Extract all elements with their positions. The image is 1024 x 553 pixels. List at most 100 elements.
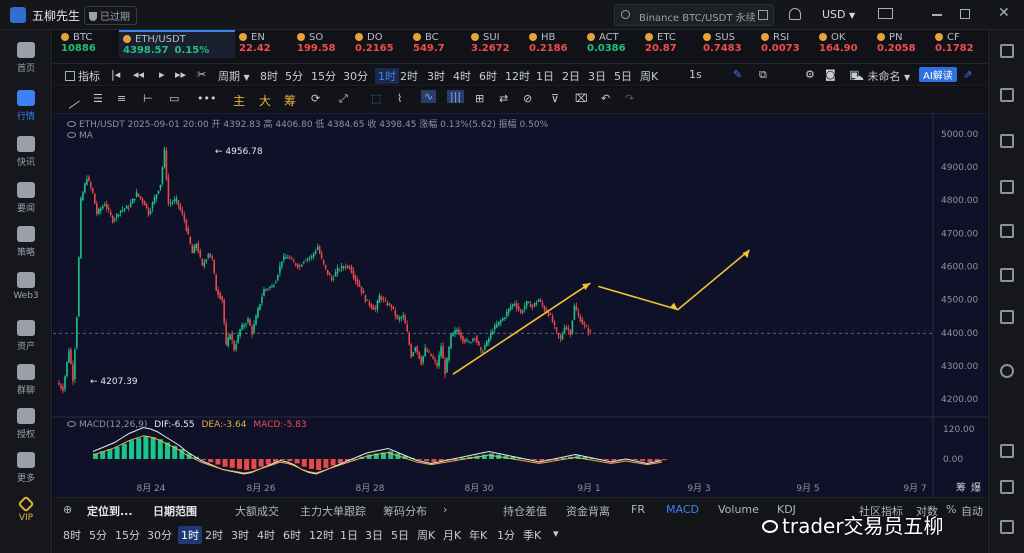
pen-icon[interactable]: ✎: [733, 68, 742, 81]
chart-area[interactable]: 4200.00 4300.00 4400.00 4500.00 4600.00 4700.…: [53, 114, 987, 497]
indicator-tab-8[interactable]: MACD: [666, 503, 699, 516]
ma-legend[interactable]: MA: [67, 131, 93, 141]
minimize-icon[interactable]: [932, 14, 942, 16]
settings-icon[interactable]: ⚙: [805, 68, 815, 81]
compare-icon[interactable]: ⧉: [759, 68, 767, 82]
undo-icon[interactable]: ↶: [601, 92, 610, 105]
second-interval[interactable]: 1s: [689, 68, 702, 81]
eye-icon[interactable]: [67, 121, 76, 127]
ticker-item[interactable]: RSI 0.0073: [761, 32, 819, 54]
interval-8[interactable]: 6时: [479, 68, 497, 84]
nav-item-9[interactable]: 更多: [0, 452, 52, 484]
interval-bar-item-10[interactable]: 1日: [340, 527, 358, 543]
bell-icon[interactable]: [789, 8, 801, 20]
indicator-button[interactable]: 指标: [65, 68, 100, 84]
interval-bar-item-1[interactable]: 5分: [89, 527, 107, 543]
trades-icon[interactable]: [1000, 134, 1014, 148]
pin-icon[interactable]: ⊘: [523, 92, 532, 105]
interval-bar-item-13[interactable]: 周K: [417, 527, 435, 543]
close-icon[interactable]: ✕: [998, 5, 1010, 21]
ray-icon[interactable]: ⊢: [143, 92, 153, 105]
nav-item-5[interactable]: Web3: [0, 272, 52, 301]
interval-4[interactable]: 1时: [375, 68, 399, 84]
camera-icon[interactable]: ◙: [825, 68, 836, 81]
interval-7[interactable]: 4时: [453, 68, 471, 84]
grid-icon[interactable]: [1000, 224, 1014, 238]
interval-bar-item-0[interactable]: 8时: [63, 527, 81, 543]
nav-item-8[interactable]: 授权: [0, 408, 52, 440]
indicator-tab-2[interactable]: 大额成交: [235, 503, 279, 519]
ticker-item[interactable]: EN 22.42: [239, 32, 297, 54]
interval-12[interactable]: 3日: [588, 68, 606, 84]
position-icon[interactable]: [1000, 180, 1014, 194]
period-button[interactable]: 周期 ▼: [218, 68, 250, 84]
indicator-tab-1[interactable]: 日期范围: [153, 503, 197, 519]
ticker-item[interactable]: PN 0.2058: [877, 32, 935, 54]
eye-icon[interactable]: [67, 421, 76, 427]
indicator-tab-9[interactable]: Volume: [718, 503, 759, 516]
indicator-tab-0[interactable]: 定位到...: [87, 503, 133, 519]
interval-11[interactable]: 2日: [562, 68, 580, 84]
mail-icon[interactable]: [878, 8, 893, 19]
nav-item-0[interactable]: 首页: [0, 42, 52, 74]
interval-bar-item-12[interactable]: 5日: [391, 527, 409, 543]
list-icon[interactable]: [1000, 480, 1014, 494]
interval-6[interactable]: 3时: [427, 68, 445, 84]
calculator-icon[interactable]: [1000, 310, 1014, 324]
indicator-tab-13[interactable]: %: [946, 503, 956, 516]
ticker-item[interactable]: ETC 20.87: [645, 32, 703, 54]
interval-bar-item-5[interactable]: 2时: [205, 527, 223, 543]
chat-icon[interactable]: [1000, 268, 1014, 282]
chou-button[interactable]: 筹: [284, 92, 296, 109]
indicator-tab-3[interactable]: 主力大单跟踪: [300, 503, 366, 519]
interval-bar-item-8[interactable]: 6时: [283, 527, 301, 543]
nav-item-2[interactable]: 快讯: [0, 136, 52, 168]
trendline-icon[interactable]: [63, 92, 80, 109]
maximize-icon[interactable]: [960, 9, 970, 19]
zhu-button[interactable]: 主: [233, 92, 245, 109]
interval-1[interactable]: 5分: [285, 68, 303, 84]
interval-bar-item-9[interactable]: 12时: [309, 527, 334, 543]
interval-14[interactable]: 周K: [640, 68, 658, 84]
watchlist-icon[interactable]: [1000, 44, 1014, 58]
clipboard-icon[interactable]: [1000, 520, 1014, 534]
layers-icon[interactable]: [1000, 444, 1014, 458]
interval-bar-item-3[interactable]: 30分: [147, 527, 172, 543]
refresh-icon[interactable]: [1000, 364, 1014, 378]
ticker-item[interactable]: HB 0.2186: [529, 32, 587, 54]
interval-10[interactable]: 1日: [536, 68, 554, 84]
interval-bar-item-11[interactable]: 3日: [365, 527, 383, 543]
indicator-tab-14[interactable]: 自动: [961, 503, 983, 519]
more-icon[interactable]: •••: [197, 92, 216, 105]
indicator-tab-7[interactable]: FR: [631, 503, 645, 516]
interval-bar-item-16[interactable]: 1分: [497, 527, 515, 543]
ticker-item[interactable]: DO 0.2165: [355, 32, 413, 54]
nav-item-7[interactable]: 群聊: [0, 364, 52, 396]
interval-9[interactable]: 12时: [505, 68, 530, 84]
redo-icon[interactable]: ↷: [625, 92, 634, 105]
interval-13[interactable]: 5日: [614, 68, 632, 84]
ruler-icon[interactable]: ⌇: [397, 92, 402, 105]
replay-icon[interactable]: ⟳: [311, 92, 320, 105]
nav-item-6[interactable]: 资产: [0, 320, 52, 352]
interval-2[interactable]: 15分: [311, 68, 336, 84]
chevron-right-icon[interactable]: ›: [443, 503, 447, 516]
nav-item-10[interactable]: VIP: [0, 495, 52, 523]
nav-item-4[interactable]: 策略: [0, 226, 52, 258]
search-box[interactable]: Binance BTC/USDT 永续: [614, 4, 774, 26]
interval-bar-item-6[interactable]: 3时: [231, 527, 249, 543]
ticker-item[interactable]: CF 0.1782: [935, 32, 987, 54]
price-chart[interactable]: 4200.00 4300.00 4400.00 4500.00 4600.00 4700.…: [53, 114, 987, 497]
select-icon[interactable]: ⬚: [371, 92, 381, 105]
ticker-item[interactable]: BC 549.7: [413, 32, 471, 54]
share-icon[interactable]: ⇗: [963, 68, 972, 81]
bars-icon[interactable]: |||: [447, 90, 465, 103]
nav-item-1[interactable]: 行情: [0, 90, 52, 122]
search-input[interactable]: Binance BTC/USDT 永续: [639, 9, 756, 24]
play-icon[interactable]: ▸: [159, 68, 165, 81]
currency-select[interactable]: USD ▼: [822, 8, 855, 21]
interval-bar-item-14[interactable]: 月K: [443, 527, 461, 543]
indicator-tab-4[interactable]: 筹码分布: [383, 503, 427, 519]
ticker-item[interactable]: ETH/USDT 4398.57 0.15%: [119, 30, 235, 58]
more-intervals-icon[interactable]: ▾: [553, 527, 559, 540]
